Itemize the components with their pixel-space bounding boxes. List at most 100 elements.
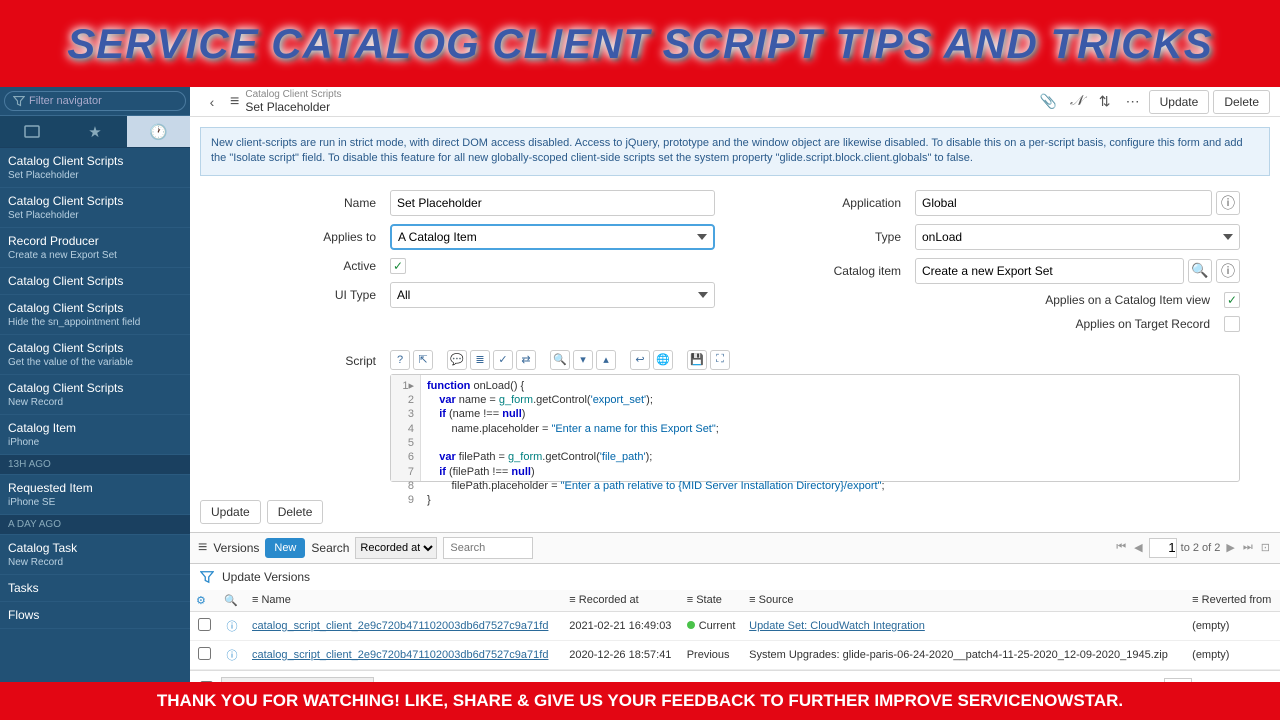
- back-button[interactable]: ‹: [200, 90, 224, 114]
- applies-target-checkbox[interactable]: [1224, 316, 1240, 332]
- nav-tab-history[interactable]: 🕐: [127, 116, 190, 147]
- versions-list-header: ≡ Versions New Search Recorded at ⏮ ◀ to…: [190, 532, 1280, 564]
- script-save-icon[interactable]: 💾: [687, 350, 707, 370]
- script-editor[interactable]: 1▸23456789 function onLoad() { var name …: [390, 374, 1240, 482]
- catalog-item-lookup-icon[interactable]: 🔍: [1188, 259, 1212, 283]
- filter-funnel-icon[interactable]: [200, 570, 214, 584]
- header-record-name: Set Placeholder: [245, 100, 341, 114]
- row-name-link[interactable]: catalog_script_client_2e9c720b471102003d…: [252, 620, 548, 632]
- script-tree-icon[interactable]: ⇱: [413, 350, 433, 370]
- nav-history-item[interactable]: Catalog Client ScriptsSet Placeholder: [0, 148, 190, 188]
- type-select[interactable]: onLoad: [915, 224, 1240, 250]
- versions-new-button[interactable]: New: [265, 538, 305, 558]
- row-checkbox[interactable]: [198, 647, 211, 660]
- attachment-icon[interactable]: 📎: [1037, 90, 1061, 114]
- nav-history-item[interactable]: Catalog Client ScriptsGet the value of t…: [0, 335, 190, 375]
- ui-type-select[interactable]: All: [390, 282, 715, 308]
- settings-icon[interactable]: ⇅: [1093, 90, 1117, 114]
- script-diff-icon[interactable]: ⇄: [516, 350, 536, 370]
- pager-last-icon[interactable]: ⏭: [1241, 541, 1255, 554]
- update-button[interactable]: Update: [1149, 90, 1210, 114]
- application-field[interactable]: [915, 190, 1212, 216]
- nav-tab-favorites[interactable]: ★: [63, 116, 126, 147]
- pager-expand-icon[interactable]: ⊡: [1259, 541, 1272, 554]
- pager-text: to 2 of 2: [1181, 542, 1221, 554]
- delete-button-bottom[interactable]: Delete: [267, 500, 324, 524]
- catalog-item-info-icon[interactable]: ⓘ: [1216, 259, 1240, 283]
- script-globe-icon[interactable]: 🌐: [653, 350, 673, 370]
- versions-search-field-select[interactable]: Recorded at: [355, 537, 437, 559]
- nav-history-item[interactable]: Record ProducerCreate a new Export Set: [0, 228, 190, 268]
- row-info-icon[interactable]: ⓘ: [227, 650, 238, 662]
- menu-icon[interactable]: ≡: [230, 93, 239, 111]
- catalog-item-field[interactable]: [915, 258, 1184, 284]
- nav-history-item[interactable]: Requested ItemiPhone SE: [0, 475, 190, 515]
- script-help-icon[interactable]: ?: [390, 350, 410, 370]
- nav-history-item[interactable]: Catalog Client Scripts: [0, 268, 190, 295]
- script-search-icon[interactable]: 🔍: [550, 350, 570, 370]
- name-label: Name: [230, 196, 390, 210]
- active-label: Active: [230, 259, 390, 273]
- nav-history-item[interactable]: Catalog Client ScriptsSet Placeholder: [0, 188, 190, 228]
- nav-item-title: Flows: [8, 608, 182, 622]
- nav-tab-all[interactable]: [0, 116, 63, 147]
- nav-item-title: Catalog Item: [8, 421, 182, 435]
- nav-item-sub: Create a new Export Set: [8, 250, 182, 261]
- applies-view-label: Applies on a Catalog Item view: [755, 293, 1224, 307]
- filter-title: Update Versions: [222, 570, 310, 584]
- nav-history-item[interactable]: Catalog Client ScriptsHide the sn_appoin…: [0, 295, 190, 335]
- application-info-icon[interactable]: ⓘ: [1216, 191, 1240, 215]
- row-name-link[interactable]: catalog_script_client_2e9c720b471102003d…: [252, 649, 548, 661]
- script-check-icon[interactable]: ✓: [493, 350, 513, 370]
- nav-history-item[interactable]: Catalog Client ScriptsNew Record: [0, 375, 190, 415]
- col-recorded[interactable]: ≡ Recorded at: [563, 590, 680, 612]
- form-header: ‹ ≡ Catalog Client Scripts Set Placehold…: [190, 87, 1280, 117]
- gear-icon[interactable]: ⚙: [196, 595, 206, 607]
- applies-to-select[interactable]: A Catalog Item: [390, 224, 715, 250]
- row-reverted: (empty): [1186, 611, 1280, 640]
- nav-item-sub: iPhone SE: [8, 497, 182, 508]
- list-menu-icon[interactable]: ≡: [198, 539, 207, 557]
- applies-to-label: Applies to: [230, 230, 390, 244]
- nav-history-item[interactable]: Flows: [0, 602, 190, 629]
- clock-icon: 🕐: [149, 123, 168, 141]
- banner-top: SERVICE CATALOG CLIENT SCRIPT TIPS AND T…: [0, 0, 1280, 87]
- applies-target-label: Applies on Target Record: [755, 317, 1224, 331]
- col-source[interactable]: ≡ Source: [743, 590, 1186, 612]
- active-checkbox[interactable]: ✓: [390, 258, 406, 274]
- nav-time-divider: 13H AGO: [0, 455, 190, 475]
- activity-icon[interactable]: 𝒩: [1065, 90, 1089, 114]
- versions-table: ⚙ 🔍 ≡ Name ≡ Recorded at ≡ State ≡ Sourc…: [190, 590, 1280, 670]
- row-info-icon[interactable]: ⓘ: [227, 621, 238, 633]
- filter-navigator-input[interactable]: Filter navigator: [4, 91, 186, 111]
- nav-history-item[interactable]: Tasks: [0, 575, 190, 602]
- versions-search-input[interactable]: [443, 537, 533, 559]
- script-fullscreen-icon[interactable]: ⛶: [710, 350, 730, 370]
- pager-prev-icon[interactable]: ◀: [1132, 541, 1144, 554]
- script-wrap-icon[interactable]: ↩: [630, 350, 650, 370]
- search-col-icon[interactable]: 🔍: [224, 595, 238, 607]
- row-source: System Upgrades: glide-paris-06-24-2020_…: [749, 649, 1168, 661]
- pager-next-icon[interactable]: ▶: [1224, 541, 1236, 554]
- nav-history-item[interactable]: Catalog TaskNew Record: [0, 535, 190, 575]
- nav-history-item[interactable]: Catalog ItemiPhone: [0, 415, 190, 455]
- script-comment-icon[interactable]: 💬: [447, 350, 467, 370]
- applies-view-checkbox[interactable]: ✓: [1224, 292, 1240, 308]
- row-checkbox[interactable]: [198, 618, 211, 631]
- pager-page-input[interactable]: [1149, 538, 1177, 558]
- col-state[interactable]: ≡ State: [681, 590, 743, 612]
- col-name[interactable]: ≡ Name: [246, 590, 563, 612]
- name-field[interactable]: [390, 190, 715, 216]
- delete-button[interactable]: Delete: [1213, 90, 1270, 114]
- versions-tab[interactable]: Versions: [213, 541, 259, 555]
- more-icon[interactable]: ⋯: [1121, 90, 1145, 114]
- nav-history-list: Catalog Client ScriptsSet PlaceholderCat…: [0, 148, 190, 682]
- row-source-link[interactable]: Update Set: CloudWatch Integration: [749, 620, 925, 632]
- script-replace-down-icon[interactable]: ▾: [573, 350, 593, 370]
- pager-first-icon[interactable]: ⏮: [1114, 541, 1128, 554]
- script-format-icon[interactable]: ≣: [470, 350, 490, 370]
- col-reverted[interactable]: ≡ Reverted from: [1186, 590, 1280, 612]
- script-replace-up-icon[interactable]: ▴: [596, 350, 616, 370]
- nav-time-divider: A DAY AGO: [0, 515, 190, 535]
- update-button-bottom[interactable]: Update: [200, 500, 261, 524]
